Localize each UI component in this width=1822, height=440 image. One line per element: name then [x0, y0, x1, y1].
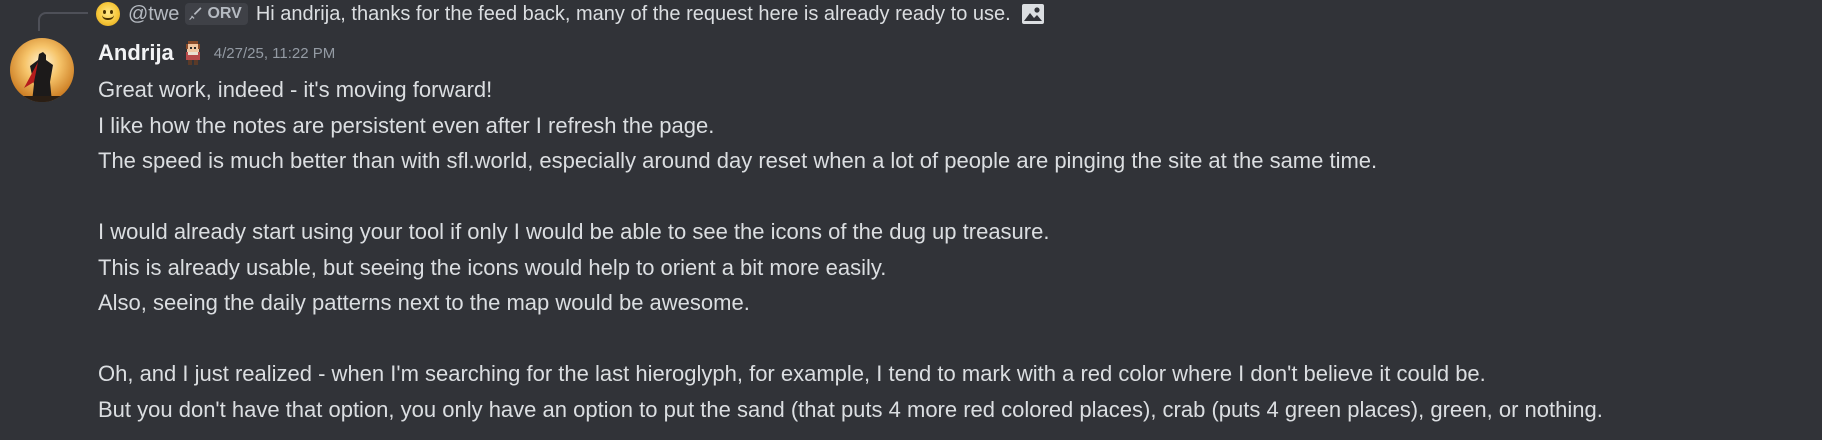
message-content: Andrija 4/27/25, 11:22 PM Great work, in… [98, 38, 1808, 427]
message-line: Also, seeing the daily patterns next to … [98, 290, 750, 315]
pixel-character-icon[interactable] [182, 40, 204, 66]
message-line-blank [98, 179, 1808, 215]
message-timestamp[interactable]: 4/27/25, 11:22 PM [214, 45, 335, 62]
message-header: Andrija 4/27/25, 11:22 PM [98, 38, 1808, 68]
sword-icon [189, 7, 202, 20]
image-icon[interactable] [1021, 3, 1045, 25]
message-line: I would already start using your tool if… [98, 219, 1050, 244]
message-line: This is already usable, but seeing the i… [98, 254, 887, 280]
reply-connector [38, 12, 88, 31]
chat-message: @twe ORV Hi andrija, thanks for the feed… [0, 0, 1822, 440]
message-line: I like how the notes are persistent even… [98, 112, 715, 138]
reply-author-tag: ORV [185, 3, 248, 25]
user-avatar[interactable] [10, 38, 74, 102]
message-line: The speed is much better than with sfl.w… [98, 148, 1378, 173]
message-line: But you don't have that option, you only… [98, 396, 1603, 422]
message-line-blank [98, 321, 1808, 357]
reply-tag-label: ORV [207, 5, 242, 22]
reply-preview[interactable]: @twe ORV Hi andrija, thanks for the feed… [96, 0, 1045, 28]
reply-author-avatar[interactable] [96, 2, 120, 26]
username[interactable]: Andrija [98, 40, 174, 66]
message-body: Great work, indeed - it's moving forward… [98, 72, 1808, 427]
superhero-avatar-icon [10, 38, 74, 102]
message-line: Great work, indeed - it's moving forward… [98, 77, 493, 102]
reply-author-name[interactable]: @twe [128, 3, 179, 26]
reply-text[interactable]: Hi andrija, thanks for the feed back, ma… [256, 3, 1011, 26]
message-line: Oh, and I just realized - when I'm searc… [98, 361, 1486, 386]
